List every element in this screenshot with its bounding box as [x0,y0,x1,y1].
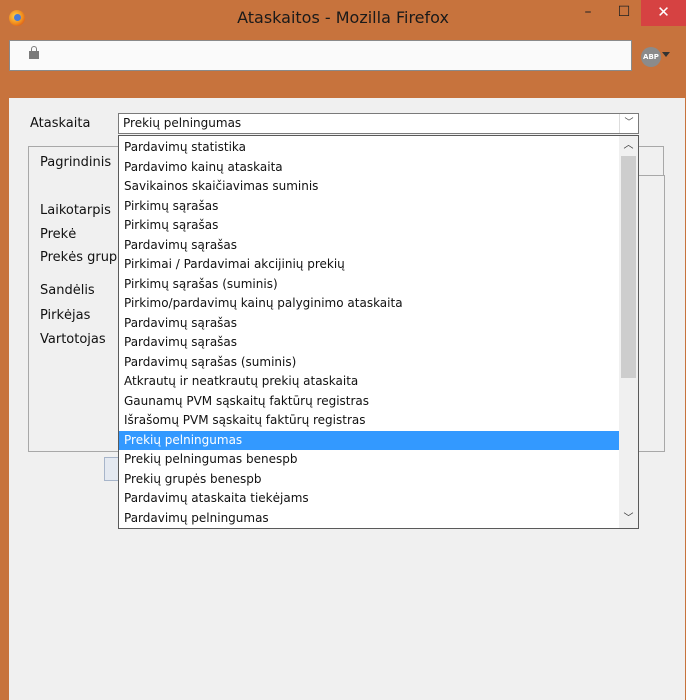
title-bar: Ataskaitos - Mozilla Firefox – ☐ ✕ [0,0,686,36]
dropdown-option[interactable]: Pirkimai / Pardavimai akcijinių prekių [119,255,619,275]
field-label-vartotojas: Vartotojas [40,332,106,347]
report-select-value: Prekių pelningumas [123,116,242,130]
dropdown-option[interactable]: Pardavimų ataskaita tiekėjams [119,489,619,509]
scroll-up-icon[interactable]: ︿ [619,137,638,154]
chevron-down-icon[interactable] [662,52,670,57]
report-label: Ataskaita [30,116,91,131]
dropdown-option[interactable]: Pardavimų pelningumas [119,509,619,529]
submit-button[interactable] [104,457,118,481]
dropdown-options: Pardavimų statistika Pardavimo kainų atas… [119,138,619,528]
dropdown-option[interactable]: Pardavimų sąrašas [119,333,619,353]
dropdown-option[interactable]: Pardavimo kainų ataskaita [119,158,619,178]
dropdown-option[interactable]: Pirkimų sąrašas (suminis) [119,275,619,295]
dropdown-option[interactable]: Išrašomų PVM sąskaitų faktūrų registras [119,411,619,431]
field-label-prekes-grupe: Prekės grupė [40,250,126,265]
dropdown-option[interactable]: Pardavimų sąrašas (suminis) [119,353,619,373]
chevron-down-icon[interactable]: ﹀ [619,114,638,133]
field-label-sandelis: Sandėlis [40,283,95,298]
scrollbar[interactable]: ︿ ﹀ [619,136,638,528]
scroll-down-icon[interactable]: ﹀ [619,510,638,527]
scrollbar-thumb[interactable] [621,156,636,378]
dropdown-option[interactable]: Pardavimų sąrašas [119,314,619,334]
field-label-pirkejas: Pirkėjas [40,308,91,323]
dropdown-option[interactable]: Savikainos skaičiavimas suminis [119,177,619,197]
dropdown-option[interactable]: Pirkimų sąrašas [119,197,619,217]
dropdown-option[interactable]: Pirkimų sąrašas [119,216,619,236]
dropdown-option[interactable]: Prekių pelningumas benespb [119,450,619,470]
dropdown-option[interactable]: Pardavimų sąrašas [119,236,619,256]
dropdown-option[interactable]: Pirkimo/pardavimų kainų palyginimo atask… [119,294,619,314]
maximize-button[interactable]: ☐ [610,0,638,26]
dropdown-option[interactable]: Pardavimų statistika [119,138,619,158]
dropdown-option[interactable]: Prekių grupės benespb [119,470,619,490]
lock-icon [29,46,39,59]
dropdown-option[interactable]: Gaunamų PVM sąskaitų faktūrų registras [119,392,619,412]
firefox-window: Ataskaitos - Mozilla Firefox – ☐ ✕ ABP A… [0,0,686,700]
field-label-preke: Prekė [40,227,77,242]
report-dropdown-list[interactable]: Pardavimų statistika Pardavimo kainų atas… [118,135,639,529]
adblock-icon[interactable]: ABP [641,47,661,67]
report-select[interactable]: Prekių pelningumas ﹀ [118,113,639,134]
field-label-laikotarpis: Laikotarpis [40,203,111,218]
dropdown-option[interactable]: Atkrautų ir neatkrautų prekių ataskaita [119,372,619,392]
tab-pagrindinis[interactable]: Pagrindinis [40,155,111,170]
address-bar[interactable] [9,40,632,71]
close-button[interactable]: ✕ [641,0,686,26]
dropdown-option[interactable]: Prekių pelningumas [119,430,619,450]
minimize-button[interactable]: – [574,0,602,26]
